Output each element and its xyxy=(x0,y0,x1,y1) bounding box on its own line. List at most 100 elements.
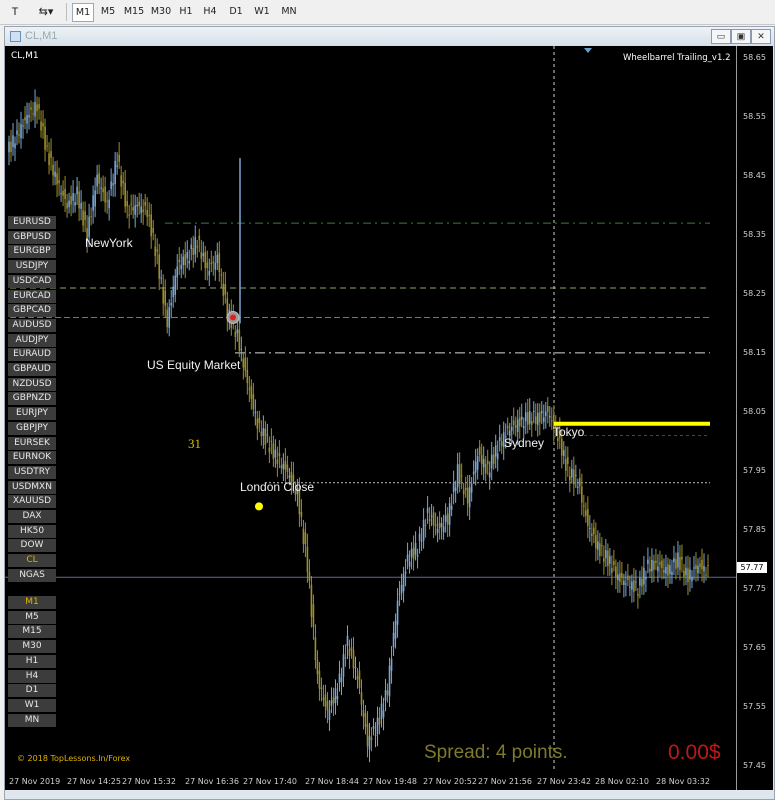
timeframe-button-m15[interactable]: M15 xyxy=(8,625,56,639)
candle-body xyxy=(474,461,477,473)
text-tool-icon[interactable]: T xyxy=(6,3,24,22)
symbol-button-dow[interactable]: DOW xyxy=(8,539,56,553)
price-chart[interactable] xyxy=(5,46,736,772)
symbol-button-gbpjpy[interactable]: GBPJPY xyxy=(8,421,56,435)
candle-body xyxy=(212,261,215,263)
symbol-button-dax[interactable]: DAX xyxy=(8,510,56,523)
candle-body xyxy=(324,694,327,707)
candle-body xyxy=(386,690,389,695)
candle-body xyxy=(579,477,581,487)
symbol-button-audusd[interactable]: AUDUSD xyxy=(8,318,56,332)
symbol-button-usdcad[interactable]: USDCAD xyxy=(8,274,56,288)
symbol-button-cl[interactable]: CL xyxy=(8,554,56,568)
toolbar: T ⇆▾ M1 M5 M15 M30 H1 H4 D1 W1 MN xyxy=(0,0,775,25)
symbol-button-audjpy[interactable]: AUDJPY xyxy=(8,333,56,347)
candle-body xyxy=(697,565,699,574)
candle-body xyxy=(316,659,319,675)
time-axis[interactable]: 27 Nov 2019 27 Nov 14:25 27 Nov 15:32 27 No… xyxy=(5,772,736,790)
chart-area[interactable] xyxy=(5,46,736,772)
candle-body xyxy=(430,515,433,517)
london-close-marker xyxy=(255,502,263,511)
candle-body xyxy=(190,244,193,250)
chart-window-icon xyxy=(10,31,21,42)
symbol-button-eurjpy[interactable]: EURJPY xyxy=(8,407,56,421)
window-titlebar[interactable]: CL,M1 ▭ ▣ ✕ xyxy=(5,27,774,46)
spread-text: Spread: 4 points. xyxy=(424,742,568,763)
symbol-button-gbpcad[interactable]: GBPCAD xyxy=(8,304,56,318)
candle-body xyxy=(306,546,309,573)
candle-body xyxy=(44,126,46,150)
timeframe-button-m5[interactable]: M5 xyxy=(8,610,56,624)
symbol-button-usdjpy[interactable]: USDJPY xyxy=(8,260,56,274)
toolbar-tf-mn[interactable]: MN xyxy=(278,3,300,20)
candle-body xyxy=(486,460,489,465)
candle-body xyxy=(222,283,225,296)
symbol-button-ngas[interactable]: NGAS xyxy=(8,568,56,582)
symbol-button-euraud[interactable]: EURAUD xyxy=(8,348,56,362)
timeframe-button-d1[interactable]: D1 xyxy=(8,684,56,698)
toolbar-tf-d1[interactable]: D1 xyxy=(226,3,246,20)
candle-body xyxy=(162,286,165,304)
candle-body xyxy=(538,412,541,423)
symbol-button-usdmxn[interactable]: USDMXN xyxy=(8,480,56,494)
symbol-button-eurgbp[interactable]: EURGBP xyxy=(8,245,56,259)
toolbar-tf-m5[interactable]: M5 xyxy=(98,3,118,20)
timeframe-button-m30[interactable]: M30 xyxy=(8,640,56,654)
time-label: 27 Nov 14:25 xyxy=(67,777,121,786)
candle-body xyxy=(250,386,253,399)
toolbar-tf-m1[interactable]: M1 xyxy=(72,3,94,22)
candle-body xyxy=(108,199,110,209)
shift-marker-icon[interactable] xyxy=(584,48,592,53)
symbol-button-hk50[interactable]: HK50 xyxy=(8,524,56,538)
symbol-button-eursek[interactable]: EURSEK xyxy=(8,436,56,450)
timeframe-button-h4[interactable]: H4 xyxy=(8,669,56,683)
toolbar-tf-h1[interactable]: H1 xyxy=(176,3,196,20)
price-axis[interactable]: 58.65 58.55 58.45 58.35 58.25 58.15 58.05 57.95… xyxy=(736,46,773,790)
candle-body xyxy=(28,115,30,118)
restore-button[interactable]: ▣ xyxy=(731,29,751,44)
candle-body xyxy=(192,248,195,255)
candle-body xyxy=(194,237,197,255)
timeframe-button-mn[interactable]: MN xyxy=(8,713,56,727)
toolbar-tf-h4[interactable]: H4 xyxy=(200,3,220,20)
candle-body xyxy=(641,578,643,587)
candle-body xyxy=(210,262,213,265)
symbol-button-gbpusd[interactable]: GBPUSD xyxy=(8,230,56,244)
timeframe-button-w1[interactable]: W1 xyxy=(8,698,56,712)
candle-body xyxy=(669,565,671,575)
minimize-button[interactable]: ▭ xyxy=(711,29,731,44)
candle-body xyxy=(635,581,637,583)
candle-body xyxy=(420,540,423,542)
price-label: 58.05 xyxy=(743,406,766,416)
symbol-button-eurusd[interactable]: EURUSD xyxy=(8,216,56,229)
timeframe-button-h1[interactable]: H1 xyxy=(8,654,56,668)
arrows-tool-icon[interactable]: ⇆▾ xyxy=(32,3,60,22)
candle-body xyxy=(498,437,501,442)
symbol-button-xauusd[interactable]: XAUUSD xyxy=(8,495,56,509)
candle-body xyxy=(254,412,257,414)
candle-body xyxy=(288,475,291,478)
toolbar-tf-m15[interactable]: M15 xyxy=(122,3,146,20)
timeframe-button-m1[interactable]: M1 xyxy=(8,596,56,609)
candle-body xyxy=(146,209,148,217)
candle-body xyxy=(360,692,363,705)
candle-body xyxy=(12,135,14,147)
symbol-button-nzdusd[interactable]: NZDUSD xyxy=(8,377,56,391)
candle-body xyxy=(442,526,445,533)
candle-body xyxy=(88,216,90,238)
symbol-button-eurnok[interactable]: EURNOK xyxy=(8,451,56,465)
candle-body xyxy=(472,471,475,475)
candle-body xyxy=(583,505,585,507)
candle-body xyxy=(440,523,443,528)
symbol-button-gbpaud[interactable]: GBPAUD xyxy=(8,363,56,376)
candle-body xyxy=(150,214,153,237)
profit-text: 0.00$ xyxy=(668,741,721,764)
toolbar-tf-w1[interactable]: W1 xyxy=(252,3,272,20)
symbol-button-gbpnzd[interactable]: GBPNZD xyxy=(8,392,56,406)
toolbar-tf-m30[interactable]: M30 xyxy=(149,3,173,20)
symbol-button-eurcad[interactable]: EURCAD xyxy=(8,289,56,303)
candle-body xyxy=(595,535,597,549)
candle-body xyxy=(621,573,623,578)
symbol-button-usdtry[interactable]: USDTRY xyxy=(8,465,56,479)
close-button[interactable]: ✕ xyxy=(751,29,771,44)
